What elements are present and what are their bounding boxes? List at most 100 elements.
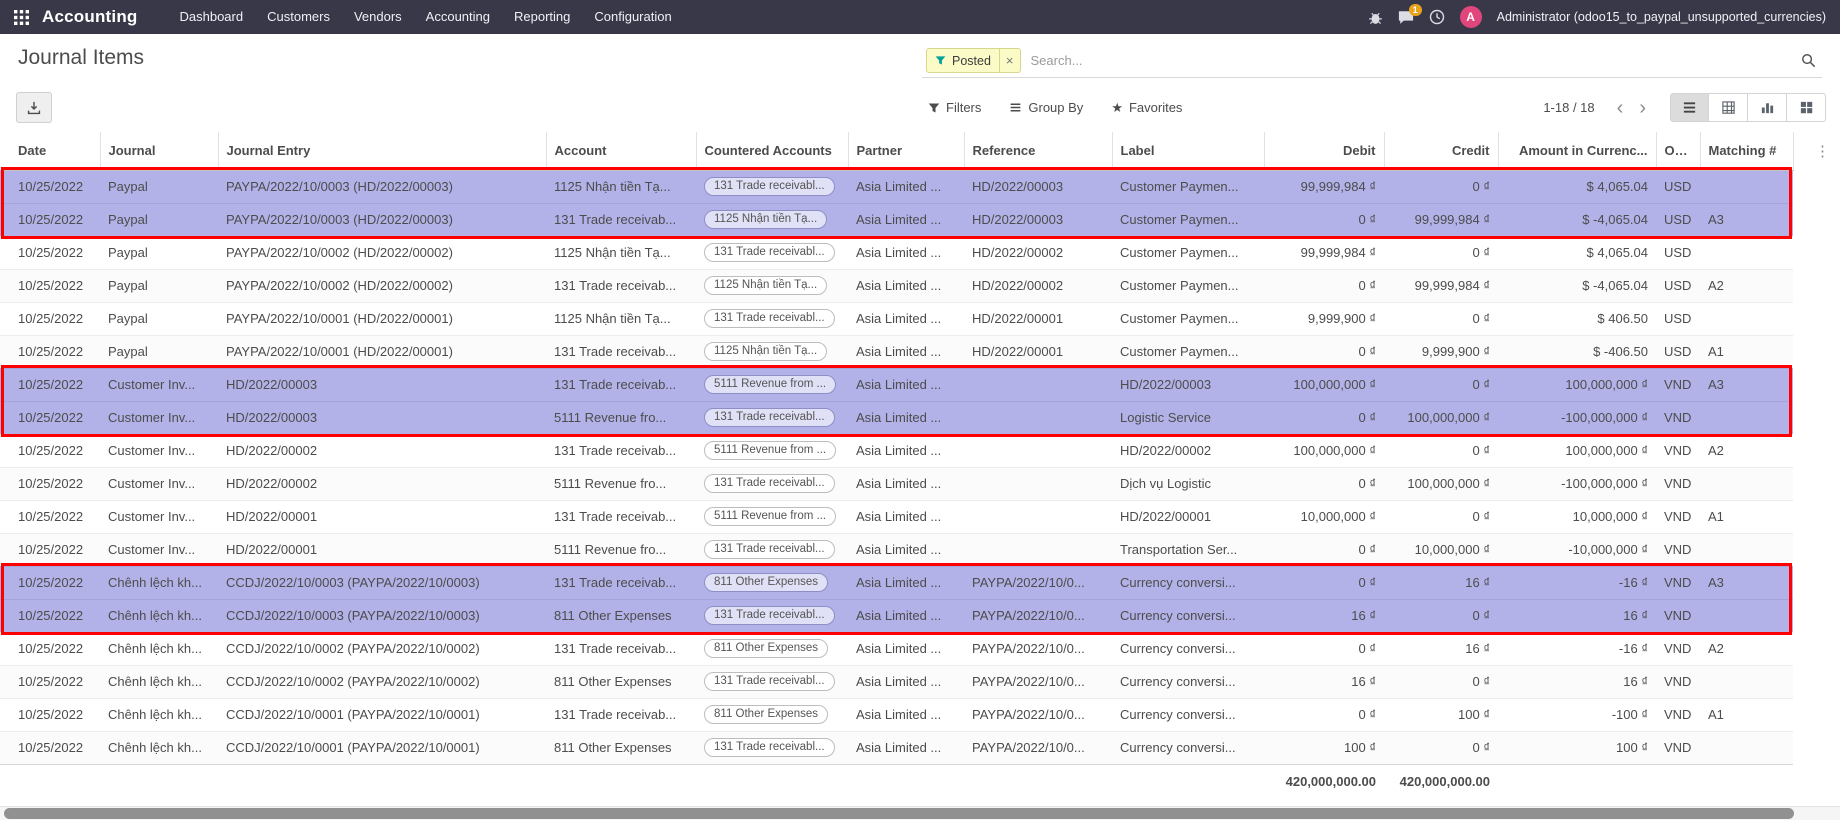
cell-matching-number[interactable] bbox=[1700, 236, 1793, 269]
pager-previous-icon[interactable]: ‹ bbox=[1609, 98, 1632, 118]
facet-remove-icon[interactable]: × bbox=[999, 49, 1020, 72]
cell-journal-entry[interactable]: CCDJ/2022/10/0002 (PAYPA/2022/10/0002) bbox=[218, 665, 546, 698]
cell-matching-number[interactable] bbox=[1700, 467, 1793, 500]
cell-countered-accounts[interactable]: 131 Trade receivabl... bbox=[696, 731, 848, 764]
table-row[interactable]: 10/25/2022 Customer Inv... HD/2022/00003… bbox=[0, 401, 1793, 434]
messages-icon[interactable]: 1 bbox=[1398, 10, 1414, 25]
cell-reference[interactable]: PAYPA/2022/10/0... bbox=[964, 632, 1112, 665]
cell-reference[interactable] bbox=[964, 500, 1112, 533]
scrollbar-thumb[interactable] bbox=[4, 808, 1794, 819]
cell-label[interactable]: Customer Paymen... bbox=[1112, 302, 1264, 335]
cell-journal-entry[interactable]: PAYPA/2022/10/0002 (HD/2022/00002) bbox=[218, 236, 546, 269]
cell-amount-in-currency[interactable]: 100 ₫ bbox=[1498, 731, 1656, 764]
cell-partner[interactable]: Asia Limited ... bbox=[848, 731, 964, 764]
cell-debit[interactable]: 16 ₫ bbox=[1264, 665, 1384, 698]
cell-account[interactable]: 811 Other Expenses bbox=[546, 599, 696, 632]
cell-journal-entry[interactable]: PAYPA/2022/10/0002 (HD/2022/00002) bbox=[218, 269, 546, 302]
cell-amount-in-currency[interactable]: $ -4,065.04 bbox=[1498, 203, 1656, 236]
cell-credit[interactable]: 0 ₫ bbox=[1384, 368, 1498, 401]
cell-label[interactable]: HD/2022/00002 bbox=[1112, 434, 1264, 467]
cell-partner[interactable]: Asia Limited ... bbox=[848, 236, 964, 269]
cell-reference[interactable]: PAYPA/2022/10/0... bbox=[964, 566, 1112, 599]
cell-reference[interactable] bbox=[964, 533, 1112, 566]
pager-next-icon[interactable]: › bbox=[1631, 98, 1654, 118]
cell-matching-number[interactable]: A1 bbox=[1700, 335, 1793, 368]
cell-matching-number[interactable] bbox=[1700, 401, 1793, 434]
cell-credit[interactable]: 0 ₫ bbox=[1384, 236, 1498, 269]
table-row[interactable]: 10/25/2022 Chênh lệch kh... CCDJ/2022/10… bbox=[0, 566, 1793, 599]
table-row[interactable]: 10/25/2022 Chênh lệch kh... CCDJ/2022/10… bbox=[0, 731, 1793, 764]
cell-currency[interactable]: VND bbox=[1656, 533, 1700, 566]
cell-currency[interactable]: VND bbox=[1656, 467, 1700, 500]
cell-label[interactable]: Currency conversi... bbox=[1112, 566, 1264, 599]
cell-journal[interactable]: Paypal bbox=[100, 203, 218, 236]
cell-date[interactable]: 10/25/2022 bbox=[0, 467, 100, 500]
cell-countered-accounts[interactable]: 131 Trade receivabl... bbox=[696, 533, 848, 566]
column-header-date[interactable]: Date bbox=[0, 132, 100, 170]
cell-credit[interactable]: 100 ₫ bbox=[1384, 698, 1498, 731]
column-header-credit[interactable]: Credit bbox=[1384, 132, 1498, 170]
cell-countered-accounts[interactable]: 131 Trade receivabl... bbox=[696, 599, 848, 632]
cell-matching-number[interactable]: A3 bbox=[1700, 368, 1793, 401]
column-header-matching[interactable]: Matching # bbox=[1700, 132, 1793, 170]
cell-reference[interactable]: HD/2022/00002 bbox=[964, 236, 1112, 269]
cell-reference[interactable]: HD/2022/00003 bbox=[964, 170, 1112, 203]
cell-reference[interactable]: HD/2022/00001 bbox=[964, 302, 1112, 335]
cell-account[interactable]: 131 Trade receivab... bbox=[546, 500, 696, 533]
horizontal-scrollbar[interactable] bbox=[0, 806, 1840, 820]
cell-currency[interactable]: VND bbox=[1656, 731, 1700, 764]
graph-view-icon[interactable] bbox=[1748, 93, 1787, 122]
cell-countered-accounts[interactable]: 131 Trade receivabl... bbox=[696, 302, 848, 335]
search-input[interactable]: Search... bbox=[1031, 53, 1791, 68]
user-menu[interactable]: Administrator (odoo15_to_paypal_unsuppor… bbox=[1497, 10, 1826, 24]
nav-item-vendors[interactable]: Vendors bbox=[342, 0, 414, 34]
cell-journal[interactable]: Chênh lệch kh... bbox=[100, 731, 218, 764]
cell-credit[interactable]: 9,999,900 ₫ bbox=[1384, 335, 1498, 368]
table-row[interactable]: 10/25/2022 Customer Inv... HD/2022/00003… bbox=[0, 368, 1793, 401]
cell-matching-number[interactable]: A2 bbox=[1700, 632, 1793, 665]
cell-date[interactable]: 10/25/2022 bbox=[0, 236, 100, 269]
cell-currency[interactable]: USD bbox=[1656, 236, 1700, 269]
cell-label[interactable]: Dịch vụ Logistic bbox=[1112, 467, 1264, 500]
cell-journal-entry[interactable]: HD/2022/00002 bbox=[218, 434, 546, 467]
cell-journal-entry[interactable]: PAYPA/2022/10/0001 (HD/2022/00001) bbox=[218, 335, 546, 368]
cell-reference[interactable]: PAYPA/2022/10/0... bbox=[964, 698, 1112, 731]
table-row[interactable]: 10/25/2022 Paypal PAYPA/2022/10/0002 (HD… bbox=[0, 269, 1793, 302]
cell-journal-entry[interactable]: CCDJ/2022/10/0003 (PAYPA/2022/10/0003) bbox=[218, 566, 546, 599]
cell-countered-accounts[interactable]: 131 Trade receivabl... bbox=[696, 401, 848, 434]
cell-label[interactable]: Customer Paymen... bbox=[1112, 203, 1264, 236]
cell-debit[interactable]: 0 ₫ bbox=[1264, 533, 1384, 566]
search-facet-posted[interactable]: Posted × bbox=[926, 48, 1021, 73]
cell-journal[interactable]: Chênh lệch kh... bbox=[100, 566, 218, 599]
cell-debit[interactable]: 100,000,000 ₫ bbox=[1264, 434, 1384, 467]
cell-matching-number[interactable]: A2 bbox=[1700, 269, 1793, 302]
cell-label[interactable]: Customer Paymen... bbox=[1112, 335, 1264, 368]
cell-amount-in-currency[interactable]: $ -4,065.04 bbox=[1498, 269, 1656, 302]
cell-date[interactable]: 10/25/2022 bbox=[0, 203, 100, 236]
column-header-reference[interactable]: Reference bbox=[964, 132, 1112, 170]
cell-amount-in-currency[interactable]: -100,000,000 ₫ bbox=[1498, 401, 1656, 434]
list-view-icon[interactable] bbox=[1670, 93, 1709, 122]
table-row[interactable]: 10/25/2022 Customer Inv... HD/2022/00002… bbox=[0, 434, 1793, 467]
kanban-view-icon[interactable] bbox=[1787, 93, 1826, 122]
pivot-view-icon[interactable] bbox=[1709, 93, 1748, 122]
cell-journal-entry[interactable]: HD/2022/00002 bbox=[218, 467, 546, 500]
cell-amount-in-currency[interactable]: $ 406.50 bbox=[1498, 302, 1656, 335]
cell-currency[interactable]: USD bbox=[1656, 302, 1700, 335]
cell-credit[interactable]: 0 ₫ bbox=[1384, 302, 1498, 335]
cell-matching-number[interactable] bbox=[1700, 665, 1793, 698]
cell-label[interactable]: Currency conversi... bbox=[1112, 632, 1264, 665]
table-row[interactable]: 10/25/2022 Paypal PAYPA/2022/10/0002 (HD… bbox=[0, 236, 1793, 269]
optional-columns-toggle-icon[interactable]: ⋮ bbox=[1809, 142, 1836, 160]
cell-partner[interactable]: Asia Limited ... bbox=[848, 533, 964, 566]
cell-account[interactable]: 1125 Nhận tiền Tạ... bbox=[546, 170, 696, 203]
column-header-account[interactable]: Account bbox=[546, 132, 696, 170]
column-header-currency[interactable]: Origin... bbox=[1656, 132, 1700, 170]
cell-debit[interactable]: 10,000,000 ₫ bbox=[1264, 500, 1384, 533]
cell-label[interactable]: HD/2022/00001 bbox=[1112, 500, 1264, 533]
cell-account[interactable]: 1125 Nhận tiền Tạ... bbox=[546, 302, 696, 335]
cell-date[interactable]: 10/25/2022 bbox=[0, 665, 100, 698]
table-row[interactable]: 10/25/2022 Customer Inv... HD/2022/00001… bbox=[0, 500, 1793, 533]
cell-currency[interactable]: VND bbox=[1656, 632, 1700, 665]
cell-reference[interactable]: HD/2022/00001 bbox=[964, 335, 1112, 368]
